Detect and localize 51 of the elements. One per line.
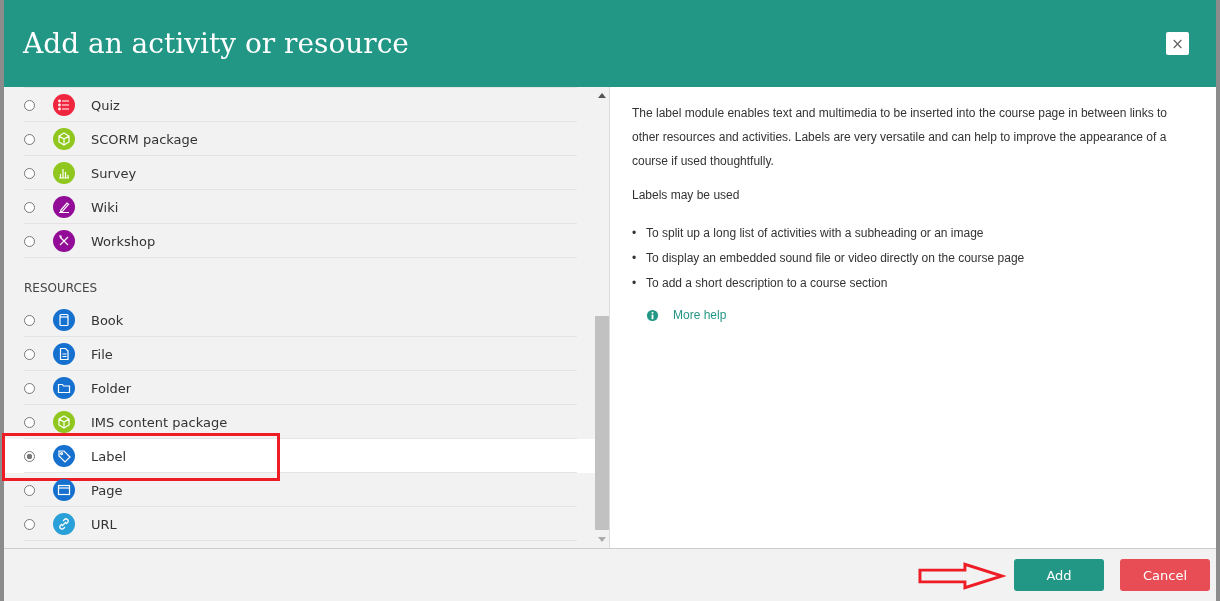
module-option[interactable]: Folder [4, 371, 595, 405]
module-name: Quiz [91, 97, 120, 113]
radio-button[interactable] [24, 201, 35, 213]
module-option[interactable]: Wiki [4, 190, 595, 224]
danger-button[interactable]: Cancel [1120, 559, 1210, 591]
module-name: Wiki [91, 199, 119, 215]
module-option[interactable]: Label [4, 439, 595, 473]
radio-button[interactable] [24, 450, 35, 462]
bullet-marker: • [632, 275, 638, 292]
module-option[interactable]: URL [4, 507, 595, 541]
radio-button[interactable] [24, 518, 35, 530]
module-option[interactable]: Survey [4, 156, 595, 190]
module-name: Page [91, 482, 123, 498]
module-name: Workshop [91, 233, 156, 249]
radio-button[interactable] [24, 348, 35, 360]
module-option[interactable]: Workshop [4, 224, 595, 258]
module-name: IMS content package [91, 414, 228, 430]
module-name: SCORM package [91, 131, 198, 147]
primary-button[interactable]: Add [1014, 559, 1104, 591]
module-option[interactable]: IMS content package [4, 405, 595, 439]
bullet-marker: • [632, 250, 638, 267]
module-option[interactable]: SCORM package [4, 122, 595, 156]
module-option[interactable]: Quiz [4, 88, 595, 122]
module-name: Label [91, 448, 127, 464]
radio-button[interactable] [24, 99, 35, 111]
description-text: The label module enables text and multimedia to be inserted into the course page in between links to other resources and activities. Labels are very versatile and can help to improve the appearance of a course if used thoughtfully. [632, 105, 1168, 170]
radio-button[interactable] [24, 484, 35, 496]
radio-button[interactable] [24, 133, 35, 145]
module-name: URL [91, 516, 117, 532]
module-option[interactable]: File [4, 337, 595, 371]
bullet-item: To display an embedded sound file or video directly on the course page [646, 250, 1025, 267]
radio-button[interactable] [24, 416, 35, 428]
module-name: Book [91, 312, 124, 328]
radio-button[interactable] [24, 314, 35, 326]
module-option[interactable]: Page [4, 473, 595, 507]
bullet-item: To add a short description to a course section [646, 275, 888, 292]
radio-button[interactable] [24, 235, 35, 247]
bullet-marker: • [632, 225, 638, 242]
bullet-item: To split up a long list of activities with a subheading or an image [646, 225, 984, 242]
radio-button[interactable] [24, 382, 35, 394]
intro-text: Labels may be used [632, 187, 741, 204]
module-name: File [91, 346, 113, 362]
module-option[interactable]: Book [4, 303, 595, 337]
close-button[interactable]: × [1166, 32, 1189, 55]
more-help-link[interactable]: More help [673, 308, 727, 322]
info-icon [646, 308, 659, 322]
module-name: Folder [91, 380, 132, 396]
radio-button[interactable] [24, 167, 35, 179]
dialog-title: Add an activity or resource [23, 27, 409, 60]
section-heading: RESOURCES [23, 280, 99, 297]
module-name: Survey [91, 165, 137, 181]
